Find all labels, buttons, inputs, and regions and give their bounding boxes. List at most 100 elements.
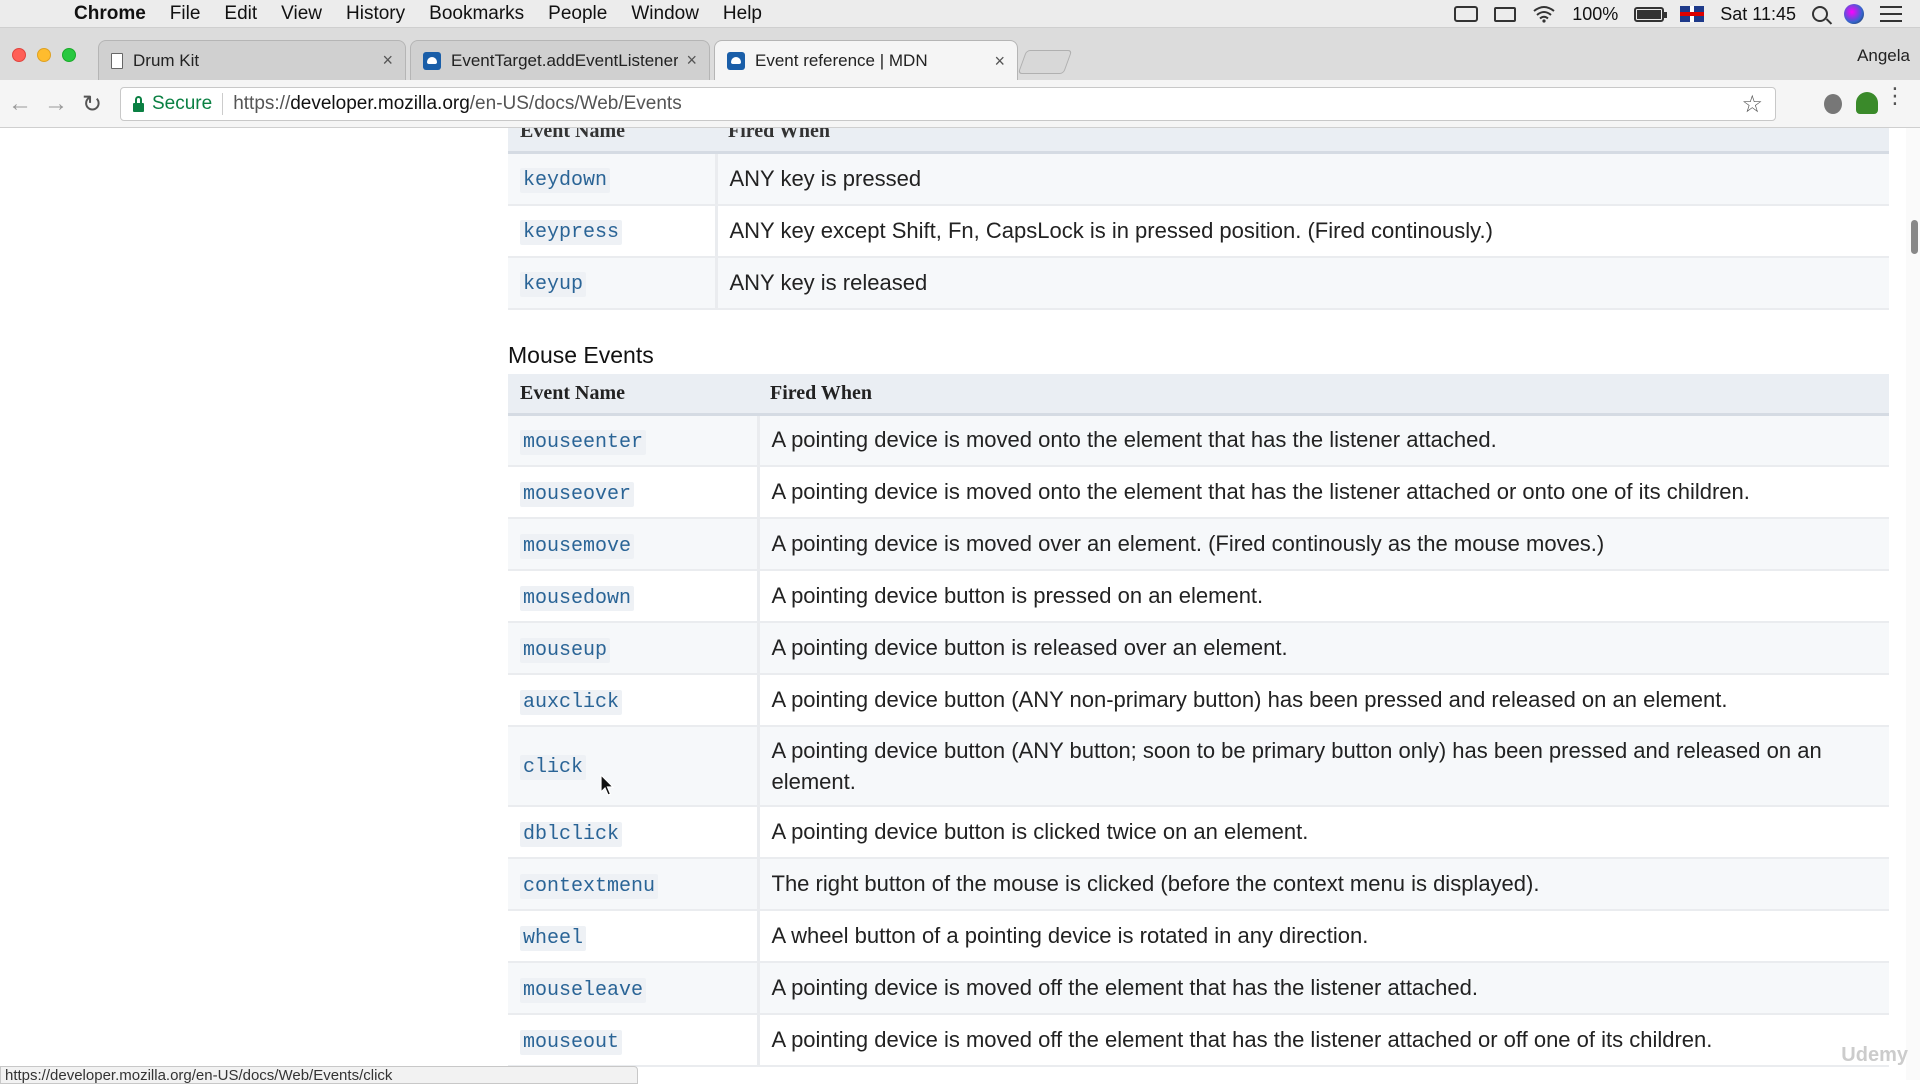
siri-icon[interactable] xyxy=(1844,4,1864,24)
tab-close-icon[interactable]: × xyxy=(374,50,393,71)
scrollbar-thumb[interactable] xyxy=(1911,220,1918,254)
event-name-cell: dblclick xyxy=(508,806,760,859)
menu-help[interactable]: Help xyxy=(711,3,774,25)
event-name-cell: mouseup xyxy=(508,622,760,675)
url-scheme: https:// xyxy=(233,93,291,114)
event-name-cell: keypress xyxy=(508,204,718,258)
column-header-fired-when: Fired When xyxy=(716,128,1889,154)
table-row: mouseout A pointing device is moved off … xyxy=(508,1014,1889,1067)
column-header-event-name: Event Name xyxy=(508,374,758,416)
event-link-contextmenu[interactable]: contextmenu xyxy=(520,873,659,899)
fired-when-cell: A pointing device button is clicked twic… xyxy=(758,806,1889,859)
airplay-icon[interactable] xyxy=(1494,6,1517,22)
page-content: Event Name Fired When keydown ANY key is… xyxy=(0,128,1920,1080)
menu-window[interactable]: Window xyxy=(619,3,711,25)
event-name-cell: wheel xyxy=(508,910,760,963)
event-link-mousemove[interactable]: mousemove xyxy=(520,533,635,559)
menu-people[interactable]: People xyxy=(536,3,619,25)
bookmark-star-icon[interactable]: ☆ xyxy=(1741,90,1763,119)
table-row: auxclick A pointing device button (ANY n… xyxy=(508,674,1889,727)
new-tab-button[interactable] xyxy=(1017,50,1073,74)
event-link-mouseout[interactable]: mouseout xyxy=(520,1029,623,1055)
menu-file[interactable]: File xyxy=(158,3,213,25)
fired-when-cell: A pointing device is moved off the eleme… xyxy=(758,962,1889,1015)
event-link-mousedown[interactable]: mousedown xyxy=(520,585,635,611)
reload-icon[interactable]: ↻ xyxy=(82,90,102,119)
event-name-cell: click xyxy=(508,726,760,807)
event-link-auxclick[interactable]: auxclick xyxy=(520,689,623,715)
tab-event-reference[interactable]: Event reference | MDN × xyxy=(714,40,1018,81)
table-header-row: Event Name Fired When xyxy=(508,128,1889,154)
profile-name[interactable]: Angela xyxy=(1857,46,1910,66)
event-link-wheel[interactable]: wheel xyxy=(520,925,587,951)
spotlight-search-icon[interactable] xyxy=(1812,6,1828,22)
event-link-mouseup[interactable]: mouseup xyxy=(520,637,611,663)
menu-view[interactable]: View xyxy=(269,3,334,25)
forward-arrow-icon[interactable]: → xyxy=(44,90,68,118)
tab-drum-kit[interactable]: Drum Kit × xyxy=(98,40,406,80)
close-window-button[interactable] xyxy=(12,48,26,62)
fired-when-cell: A pointing device is moved onto the elem… xyxy=(758,414,1889,467)
battery-icon[interactable] xyxy=(1634,6,1668,22)
menubar-status-area: 100% Sat 11:45 xyxy=(1454,0,1920,28)
extension-tree-icon[interactable] xyxy=(1856,92,1878,114)
event-name-cell: mouseout xyxy=(508,1014,760,1067)
extension-bug-icon[interactable] xyxy=(1824,94,1842,114)
event-name-cell: mouseenter xyxy=(508,414,760,467)
table-row: mousemove A pointing device is moved ove… xyxy=(508,518,1889,571)
secure-label[interactable]: Secure xyxy=(152,93,212,115)
link-status-bubble: https://developer.mozilla.org/en-US/docs… xyxy=(0,1066,638,1084)
menu-app-name[interactable]: Chrome xyxy=(62,3,158,25)
url-text[interactable]: https://developer.mozilla.org/en-US/docs… xyxy=(233,93,682,115)
fired-when-cell: A pointing device button (ANY non-primar… xyxy=(758,674,1889,727)
macos-menu-bar: Chrome File Edit View History Bookmarks … xyxy=(0,0,1920,28)
screen-record-icon[interactable] xyxy=(1454,6,1479,22)
event-link-mouseenter[interactable]: mouseenter xyxy=(520,429,647,455)
back-arrow-icon[interactable]: ← xyxy=(8,90,32,118)
table-row: mouseover A pointing device is moved ont… xyxy=(508,466,1889,519)
tab-title: Drum Kit xyxy=(133,50,200,70)
zoom-window-button[interactable] xyxy=(62,48,76,62)
table-row: contextmenu The right button of the mous… xyxy=(508,858,1889,911)
battery-percent: 100% xyxy=(1572,3,1619,24)
mouse-cursor-icon xyxy=(600,774,615,796)
wifi-icon[interactable] xyxy=(1532,5,1556,23)
table-row: keydown ANY key is pressed xyxy=(508,152,1889,206)
event-link-dblclick[interactable]: dblclick xyxy=(520,821,623,847)
table-row: keypress ANY key except Shift, Fn, CapsL… xyxy=(508,204,1889,258)
tab-close-icon[interactable]: × xyxy=(986,51,1005,72)
event-name-cell: contextmenu xyxy=(508,858,760,911)
more-menu-icon[interactable]: ⋮ xyxy=(1884,85,1906,107)
menu-edit[interactable]: Edit xyxy=(212,3,269,25)
event-name-cell: mouseleave xyxy=(508,962,760,1015)
fired-when-cell: A pointing device button (ANY button; so… xyxy=(758,726,1889,807)
clock[interactable]: Sat 11:45 xyxy=(1720,4,1796,25)
event-link-mouseleave[interactable]: mouseleave xyxy=(520,977,647,1003)
minimize-window-button[interactable] xyxy=(37,48,51,62)
omnibox-divider xyxy=(222,93,224,115)
tab-title: Event reference | MDN xyxy=(755,51,928,70)
table-header-row: Event Name Fired When xyxy=(508,374,1889,416)
notification-center-icon[interactable] xyxy=(1880,6,1902,22)
event-name-cell: keyup xyxy=(508,256,718,310)
event-link-mouseover[interactable]: mouseover xyxy=(520,481,635,507)
menu-bookmarks[interactable]: Bookmarks xyxy=(417,3,536,25)
address-bar[interactable]: Secure https://developer.mozilla.org/en-… xyxy=(120,87,1776,121)
event-link-keyup[interactable]: keyup xyxy=(520,272,587,297)
event-link-click[interactable]: click xyxy=(520,755,587,780)
fired-when-cell: ANY key is pressed xyxy=(716,152,1889,206)
page-scrollbar[interactable] xyxy=(1906,128,1920,1080)
event-link-keypress[interactable]: keypress xyxy=(520,220,623,245)
table-row: mouseenter A pointing device is moved on… xyxy=(508,414,1889,467)
table-row: dblclick A pointing device button is cli… xyxy=(508,806,1889,859)
tab-close-icon[interactable]: × xyxy=(678,50,697,71)
event-name-cell: mousemove xyxy=(508,518,760,571)
tab-title: EventTarget.addEventListener( xyxy=(451,50,679,70)
lock-icon[interactable] xyxy=(133,95,144,112)
menu-history[interactable]: History xyxy=(334,3,417,25)
input-source-flag-icon[interactable] xyxy=(1680,6,1705,22)
event-link-keydown[interactable]: keydown xyxy=(520,168,611,194)
tab-eventtarget[interactable]: EventTarget.addEventListener( × xyxy=(410,40,710,80)
table-row: keyup ANY key is released xyxy=(508,256,1889,310)
fired-when-cell: A wheel button of a pointing device is r… xyxy=(758,910,1889,963)
